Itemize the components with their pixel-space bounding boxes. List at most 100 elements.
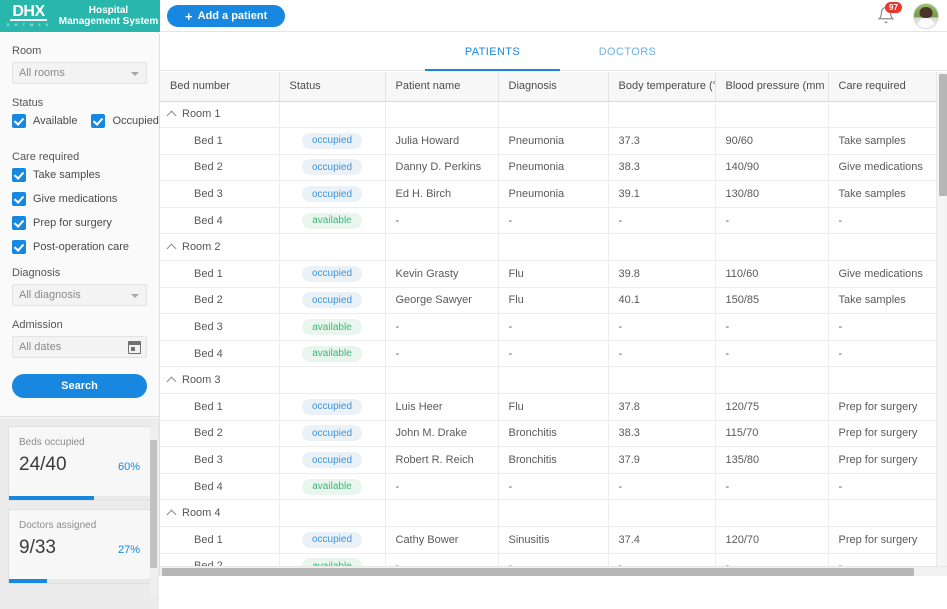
notifications-bell[interactable]: 97 — [877, 2, 902, 26]
room-select[interactable]: All rooms — [12, 62, 147, 84]
cell-body-temperature: - — [608, 473, 716, 501]
checkmark-icon — [12, 240, 26, 254]
tab-doctors[interactable]: DOCTORS — [560, 33, 695, 71]
care-checkbox-prep-for-surgery[interactable]: Prep for surgery — [12, 216, 147, 230]
table-row[interactable]: Bed 3 available - - - - - — [160, 313, 937, 341]
cell-diagnosis: Sinusitis — [498, 526, 609, 554]
column-header-bed-number[interactable]: Bed number — [160, 72, 280, 102]
care-checkbox-post-operation-care[interactable]: Post-operation care — [12, 240, 147, 254]
table-row[interactable]: Bed 2 occupied George Sawyer Flu 40.1 150/85 T… — [160, 287, 937, 315]
chevron-down-icon — [131, 294, 139, 298]
table-row[interactable]: Bed 2 occupied John M. Drake Bronchitis 38.3… — [160, 420, 937, 448]
status-badge: available — [302, 478, 362, 495]
cell-diagnosis: - — [498, 340, 609, 368]
logo-subtitle-text: D H T M L X — [6, 21, 51, 27]
cell-blood-pressure: - — [715, 473, 829, 501]
column-header-diagnosis[interactable]: Diagnosis — [498, 72, 609, 102]
room-group-label: Room 2 — [160, 233, 280, 262]
cell-status: occupied — [279, 260, 386, 288]
table-vertical-scrollbar-thumb[interactable] — [939, 74, 947, 196]
status-badge: occupied — [301, 186, 363, 203]
status-occupied-label: Occupied — [112, 115, 159, 127]
cell-care-required: Prep for surgery — [828, 526, 937, 554]
table-horizontal-scrollbar[interactable] — [160, 566, 947, 576]
cell-blood-pressure: 120/70 — [715, 526, 829, 554]
calendar-icon — [128, 341, 141, 354]
diagnosis-filter-label: Diagnosis — [12, 267, 61, 279]
table-row[interactable]: Bed 4 available - - - - - — [160, 473, 937, 501]
care-checkbox-take-samples[interactable]: Take samples — [12, 168, 147, 182]
admission-date-input[interactable]: All dates — [12, 336, 147, 358]
status-checkbox-available[interactable]: Available — [12, 114, 77, 128]
add-patient-button[interactable]: + Add a patient — [167, 5, 286, 27]
room-group-row[interactable]: Room 4 — [160, 499, 937, 527]
caret-up-icon[interactable] — [166, 509, 177, 520]
empty-cell — [608, 499, 716, 527]
empty-cell — [279, 499, 386, 527]
stat-progress-fill — [9, 579, 48, 583]
search-button[interactable]: Search — [12, 374, 147, 398]
caret-up-icon[interactable] — [166, 243, 177, 254]
app-logo[interactable]: DHX D H T M L X — [0, 0, 57, 32]
column-header-care-required[interactable]: Care required — [828, 72, 937, 102]
admission-date-value: All dates — [19, 341, 62, 353]
room-group-row[interactable]: Room 2 — [160, 233, 937, 262]
cell-body-temperature: 37.4 — [608, 526, 716, 554]
table-row[interactable]: Bed 4 available - - - - - — [160, 340, 937, 368]
user-avatar[interactable] — [913, 3, 939, 29]
status-badge: available — [302, 319, 362, 336]
cell-blood-pressure: 120/75 — [715, 393, 829, 421]
caret-up-icon[interactable] — [166, 376, 177, 387]
table-row[interactable]: Bed 3 occupied Ed H. Birch Pneumonia 39.1 130… — [160, 180, 937, 208]
room-group-row[interactable]: Room 1 — [160, 101, 937, 129]
table-horizontal-scrollbar-thumb[interactable] — [162, 568, 914, 576]
tab-patients[interactable]: PATIENTS — [425, 33, 560, 71]
table-row[interactable]: Bed 1 occupied Luis Heer Flu 37.8 120/75 Prep … — [160, 393, 937, 421]
caret-up-icon[interactable] — [166, 110, 177, 121]
care-checkbox-give-medications[interactable]: Give medications — [12, 192, 147, 206]
cell-care-required: Give medications — [828, 260, 937, 288]
column-header-patient-name[interactable]: Patient name — [385, 72, 499, 102]
table-row[interactable]: Bed 1 occupied Kevin Grasty Flu 39.8 110/60 Gi… — [160, 260, 937, 288]
cell-body-temperature: 37.9 — [608, 446, 716, 474]
status-badge: occupied — [301, 132, 363, 149]
stats-scrollbar[interactable] — [150, 426, 157, 596]
table-row[interactable]: Bed 1 occupied Cathy Bower Sinusitis 37.4 120… — [160, 526, 937, 554]
table-body: Room 1 Bed 1 occupied Julia Howard Pneumoni… — [160, 101, 937, 576]
app-title: Hospital Management System — [57, 0, 160, 32]
cell-bed-number: Bed 2 — [160, 420, 280, 448]
stat-percent: 60% — [117, 461, 140, 473]
table-row[interactable]: Bed 3 occupied Robert R. Reich Bronchitis 37… — [160, 446, 937, 474]
stat-card-doctors-assigned: Doctors assigned 9/33 27% — [8, 509, 151, 584]
stats-scrollbar-thumb[interactable] — [150, 440, 157, 568]
cell-patient-name: Kevin Grasty — [385, 260, 499, 288]
table-row[interactable]: Bed 2 occupied Danny D. Perkins Pneumonia 38… — [160, 154, 937, 182]
cell-patient-name: - — [385, 473, 499, 501]
column-header-body-temperature[interactable]: Body temperature (°C) — [608, 72, 716, 102]
table-row[interactable]: Bed 4 available - - - - - — [160, 207, 937, 235]
cell-diagnosis: Bronchitis — [498, 420, 609, 448]
empty-cell — [279, 233, 386, 262]
table-row[interactable]: Bed 1 occupied Julia Howard Pneumonia 37.3 90… — [160, 127, 937, 155]
care-take-samples-label: Take samples — [33, 169, 101, 181]
cell-patient-name: Ed H. Birch — [385, 180, 499, 208]
column-header-status[interactable]: Status — [279, 72, 386, 102]
room-group-row[interactable]: Room 3 — [160, 366, 937, 395]
empty-cell — [498, 233, 609, 262]
empty-cell — [715, 101, 829, 129]
cell-care-required: - — [828, 340, 937, 368]
empty-cell — [385, 499, 499, 527]
cell-bed-number: Bed 3 — [160, 446, 280, 474]
diagnosis-select[interactable]: All diagnosis — [12, 284, 147, 306]
table-vertical-scrollbar[interactable] — [936, 72, 947, 566]
cell-status: occupied — [279, 446, 386, 474]
status-checkbox-occupied[interactable]: Occupied — [91, 114, 159, 128]
stat-title: Doctors assigned — [19, 520, 97, 531]
cell-status: available — [279, 473, 386, 501]
column-header-blood-pressure[interactable]: Blood pressure (mm HG) — [715, 72, 829, 102]
cell-blood-pressure: 90/60 — [715, 127, 829, 155]
status-badge: occupied — [301, 452, 363, 469]
sidebar: Room All rooms Status Available Occupied… — [0, 33, 160, 609]
empty-cell — [608, 366, 716, 395]
status-badge: occupied — [301, 265, 363, 282]
